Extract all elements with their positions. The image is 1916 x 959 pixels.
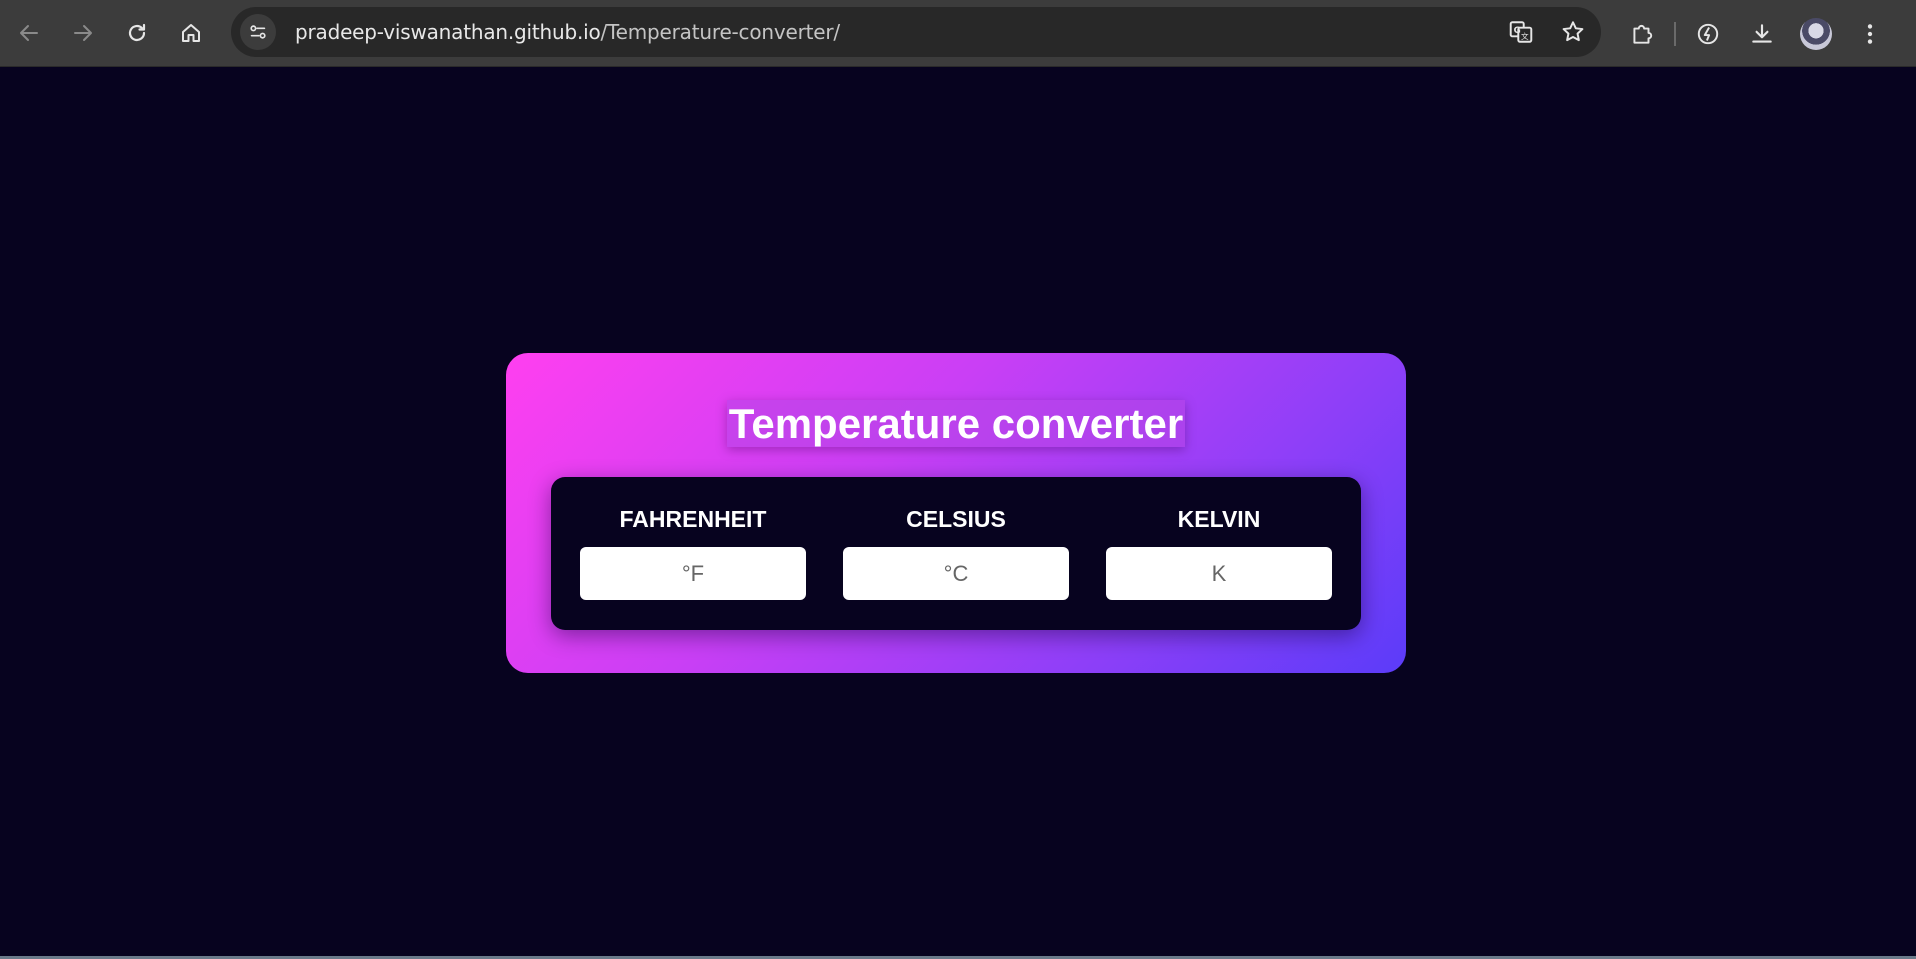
extensions-button[interactable] — [1620, 12, 1664, 56]
svg-text:G: G — [1514, 26, 1521, 36]
fahrenheit-label: FAHRENHEIT — [619, 506, 767, 532]
page-title: Temperature converter — [506, 400, 1406, 448]
fahrenheit-input[interactable] — [580, 547, 806, 600]
kebab-menu-icon — [1867, 23, 1873, 44]
back-button[interactable] — [9, 13, 49, 53]
reload-button[interactable] — [117, 13, 157, 53]
performance-button[interactable] — [1686, 12, 1730, 56]
downloads-button[interactable] — [1740, 12, 1784, 56]
translate-icon: G 文 — [1509, 21, 1533, 43]
star-icon — [1562, 21, 1584, 42]
tune-icon — [250, 25, 266, 39]
svg-text:文: 文 — [1521, 31, 1529, 41]
profile-button[interactable] — [1794, 12, 1838, 56]
toolbar-divider — [1674, 21, 1676, 46]
converter-card: Temperature converter FAHRENHEIT CELSIUS… — [506, 353, 1406, 673]
url-host: pradeep-viswanathan.github.io — [295, 20, 601, 44]
celsius-input[interactable] — [843, 547, 1069, 600]
puzzle-icon — [1633, 24, 1653, 44]
bookmark-button[interactable] — [1557, 16, 1589, 48]
celsius-label: CELSIUS — [906, 506, 1006, 532]
forward-button[interactable] — [63, 13, 103, 53]
browser-toolbar: pradeep-viswanathan.github.io/Temperatur… — [0, 0, 1916, 67]
address-bar[interactable]: pradeep-viswanathan.github.io/Temperatur… — [231, 7, 1601, 57]
reload-icon — [128, 23, 146, 42]
home-icon — [182, 24, 200, 42]
site-info-button[interactable] — [240, 14, 276, 50]
url-text[interactable]: pradeep-viswanathan.github.io/Temperatur… — [295, 20, 840, 44]
download-icon — [1752, 23, 1772, 43]
arrow-right-icon — [74, 25, 92, 41]
menu-button[interactable] — [1848, 12, 1892, 56]
converter-panel: FAHRENHEIT CELSIUS KELVIN — [551, 477, 1361, 630]
arrow-left-icon — [20, 25, 38, 41]
home-button[interactable] — [171, 13, 211, 53]
leaf-icon — [1697, 23, 1719, 44]
kelvin-input[interactable] — [1106, 547, 1332, 600]
title-text: Temperature converter — [726, 400, 1186, 447]
avatar — [1800, 17, 1832, 50]
kelvin-label: KELVIN — [1177, 506, 1261, 532]
translate-button[interactable]: G 文 — [1505, 16, 1537, 48]
url-path: /Temperature-converter/ — [600, 20, 841, 44]
